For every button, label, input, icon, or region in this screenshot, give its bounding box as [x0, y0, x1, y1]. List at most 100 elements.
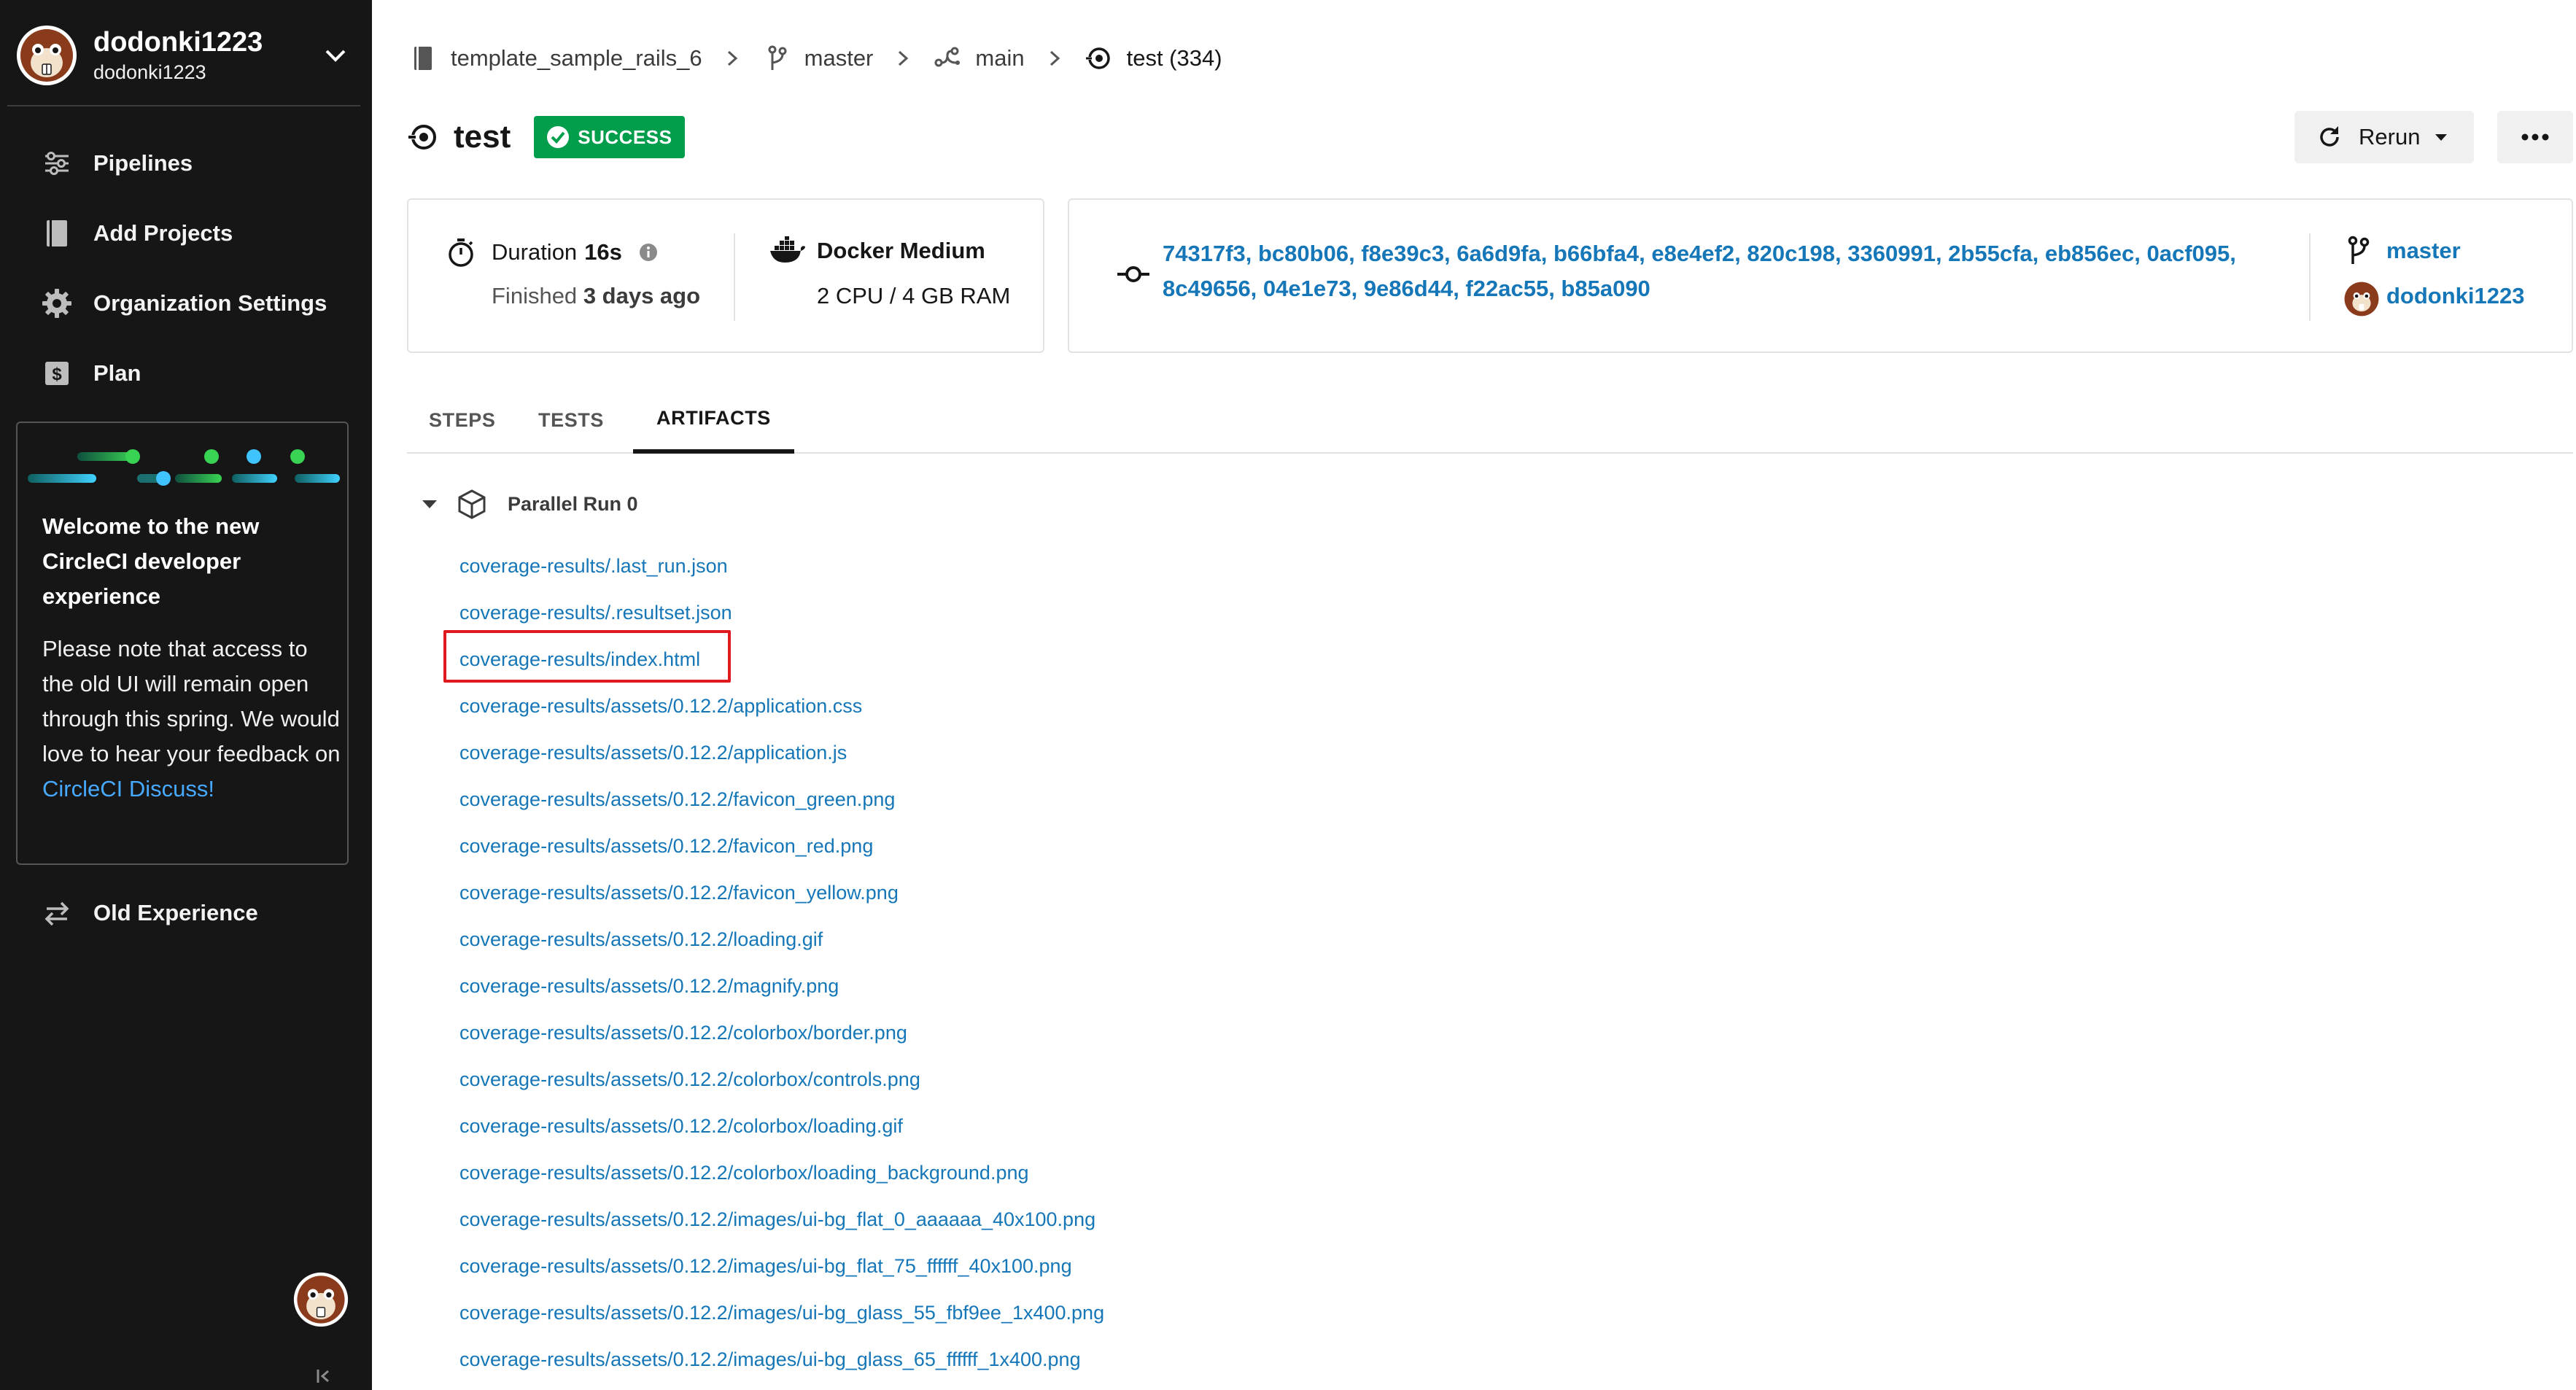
finished: Finished 3 days ago [492, 283, 700, 309]
welcome-panel: Welcome to the new CircleCI developer ex… [16, 422, 349, 865]
org-switcher[interactable]: dodonki1223 dodonki1223 [16, 19, 357, 92]
avatar [2344, 282, 2379, 317]
artifact-link[interactable]: coverage-results/assets/0.12.2/images/ui… [459, 1336, 1104, 1383]
dollar-icon: $ [45, 362, 69, 385]
breadcrumb-workflow[interactable]: main [933, 44, 1025, 73]
artifact-link[interactable]: coverage-results/.last_run.json [459, 543, 1104, 589]
artifact-link[interactable]: coverage-results/assets/0.12.2/colorbox/… [459, 1103, 1104, 1149]
gear-icon [42, 289, 71, 318]
sidebar-item-label: Add Projects [93, 220, 233, 246]
book-icon [414, 47, 432, 70]
finished-value: 3 days ago [583, 283, 701, 308]
card-divider [734, 233, 735, 321]
svg-text:$: $ [52, 365, 62, 384]
chevron-down-icon[interactable] [321, 41, 350, 70]
job-summary-card: Duration 16s Finished 3 days ago Docker … [407, 198, 1044, 353]
artifact-link[interactable]: coverage-results/assets/0.12.2/magnify.p… [459, 963, 1104, 1009]
sidebar-item-label: Pipelines [93, 150, 193, 176]
tab-steps[interactable]: STEPS [429, 387, 496, 454]
job-icon [407, 125, 436, 150]
commit-list-line[interactable]: 8c49656, 04e1e73, 9e86d44, f22ac55, b85a… [1163, 271, 2286, 306]
artifact-link[interactable]: coverage-results/assets/0.12.2/favicon_y… [459, 869, 1104, 916]
breadcrumb-branch[interactable]: master [762, 44, 874, 73]
sidebar-item-plan[interactable]: $ Plan [0, 338, 372, 408]
box-icon [458, 489, 486, 519]
artifact-link[interactable]: coverage-results/assets/0.12.2/colorbox/… [459, 1009, 1104, 1056]
branch-link[interactable]: master [2386, 238, 2461, 264]
sidebar-nav: Pipelines Add Projects Organization Sett [0, 128, 372, 408]
swap-icon [44, 901, 69, 926]
sidebar-item-organization-settings[interactable]: Organization Settings [0, 268, 372, 338]
docker-icon [770, 236, 805, 263]
tab-tests[interactable]: TESTS [538, 387, 604, 454]
artifact-link[interactable]: coverage-results/assets/0.12.2/applicati… [459, 729, 1104, 776]
executor-resources: 2 CPU / 4 GB RAM [817, 283, 1011, 308]
card-divider [2309, 233, 2311, 321]
decorative-dots [28, 449, 340, 486]
parallel-run-toggle[interactable]: Parallel Run 0 [420, 489, 638, 519]
breadcrumb: template_sample_rails_6 master main test… [408, 38, 1222, 79]
sidebar-item-label: Organization Settings [93, 290, 327, 316]
commit-list[interactable]: 74317f3, bc80b06, f8e39c3, 6a6d9fa, b66b… [1163, 236, 2286, 306]
refresh-icon [2320, 126, 2339, 147]
status-label: SUCCESS [578, 125, 672, 148]
executor-name: Docker Medium [817, 238, 985, 263]
commit-icon [1117, 266, 1149, 282]
artifact-link[interactable]: coverage-results/assets/0.12.2/images/ui… [459, 1289, 1104, 1336]
workflow-icon [934, 47, 961, 67]
pipelines-icon [45, 152, 69, 175]
duration: Duration 16s [492, 239, 659, 265]
chevron-right-icon [727, 50, 737, 66]
chevron-right-icon [899, 50, 909, 66]
job-header: test SUCCESS [407, 114, 686, 160]
artifact-link[interactable]: coverage-results/assets/0.12.2/images/ui… [459, 1196, 1104, 1243]
artifact-link[interactable]: coverage-results/assets/0.12.2/colorbox/… [459, 1056, 1104, 1103]
artifact-link[interactable]: coverage-results/assets/0.12.2/colorbox/… [459, 1149, 1104, 1196]
status-badge: SUCCESS [534, 116, 686, 158]
tab-artifacts[interactable]: ARTIFACTS [633, 387, 794, 454]
main-content: template_sample_rails_6 master main test… [372, 0, 2576, 1390]
sidebar-item-label: Old Experience [93, 900, 258, 925]
caret-down-icon [422, 500, 437, 508]
circleci-discuss-link[interactable]: CircleCI Discuss! [42, 776, 214, 801]
book-icon [47, 220, 67, 246]
branch-icon [2348, 236, 2370, 264]
more-options-button[interactable] [2497, 111, 2573, 163]
collapse-sidebar-icon[interactable] [312, 1365, 334, 1387]
artifact-link[interactable]: coverage-results/assets/0.12.2/favicon_g… [459, 776, 1104, 823]
sidebar-item-label: Plan [93, 360, 141, 386]
chevron-right-icon [1050, 50, 1060, 66]
welcome-body-text: Please note that access to the old UI wi… [42, 636, 341, 766]
commits-card: 74317f3, bc80b06, f8e39c3, 6a6d9fa, b66b… [1068, 198, 2573, 353]
org-handle: dodonki1223 [93, 61, 206, 83]
breadcrumb-job[interactable]: test (334) [1084, 44, 1222, 73]
artifact-link[interactable]: coverage-results/.resultset.json [459, 589, 1104, 636]
sidebar-item-add-projects[interactable]: Add Projects [0, 198, 372, 268]
breadcrumb-branch-label: master [804, 45, 874, 71]
artifact-link[interactable]: coverage-results/assets/0.12.2/images/ui… [459, 1243, 1104, 1289]
old-experience-wrapper: Old Experience [0, 878, 258, 948]
finished-label: Finished [492, 283, 578, 308]
avatar [17, 26, 77, 85]
ellipsis-icon [2521, 133, 2549, 141]
rerun-button[interactable]: Rerun [2294, 111, 2474, 163]
duration-value: 16s [584, 239, 622, 265]
user-link[interactable]: dodonki1223 [2386, 283, 2525, 309]
sidebar-item-pipelines[interactable]: Pipelines [0, 128, 372, 198]
check-circle-icon [547, 126, 570, 148]
duration-label: Duration [492, 239, 578, 265]
stopwatch-icon [449, 238, 473, 267]
artifact-link[interactable]: coverage-results/assets/0.12.2/applicati… [459, 683, 1104, 729]
welcome-title: Welcome to the new CircleCI developer ex… [42, 513, 260, 609]
job-tabs: STEPS TESTS ARTIFACTS [407, 387, 2573, 454]
info-icon[interactable] [638, 242, 659, 263]
org-name: dodonki1223 [93, 27, 263, 58]
branch-icon [768, 45, 787, 70]
artifact-link[interactable]: coverage-results/assets/0.12.2/favicon_r… [459, 823, 1104, 869]
sidebar-item-old-experience[interactable]: Old Experience [0, 878, 258, 948]
user-avatar[interactable] [293, 1272, 349, 1327]
job-icon [1084, 47, 1110, 69]
breadcrumb-project[interactable]: template_sample_rails_6 [408, 44, 702, 73]
commit-list-line[interactable]: 74317f3, bc80b06, f8e39c3, 6a6d9fa, b66b… [1163, 236, 2286, 271]
artifact-link[interactable]: coverage-results/assets/0.12.2/loading.g… [459, 916, 1104, 963]
